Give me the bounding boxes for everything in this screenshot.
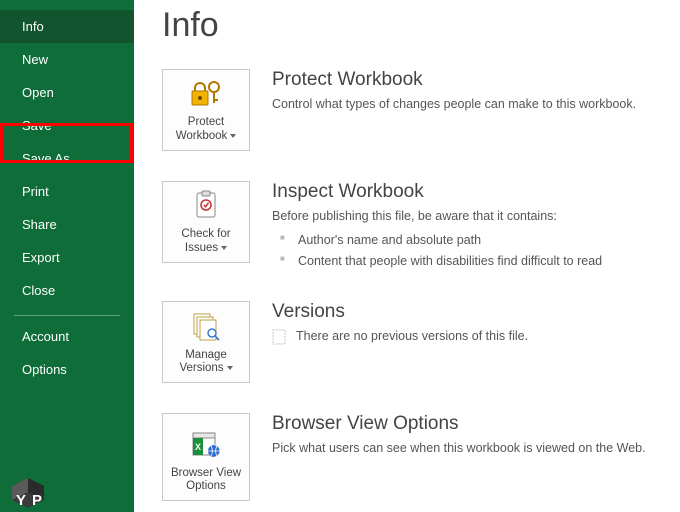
lock-key-icon: [189, 76, 223, 112]
list-item: Content that people with disabilities fi…: [272, 251, 656, 272]
watermark-logo: Y P: [2, 470, 58, 510]
sidebar-item-label: Save As: [22, 151, 70, 166]
section-inspect-workbook: Check for Issues Inspect Workbook Before…: [162, 181, 656, 271]
section-description: Before publishing this file, be aware th…: [272, 207, 656, 226]
section-title: Protect Workbook: [272, 69, 656, 91]
sidebar-item-label: New: [22, 52, 48, 67]
sidebar-item-label: Share: [22, 217, 57, 232]
button-label: Browser View Options: [167, 467, 245, 495]
sidebar-item-label: Close: [22, 283, 55, 298]
section-description: There are no previous versions of this f…: [296, 327, 528, 346]
sidebar-separator: [14, 315, 120, 316]
page-title: Info: [162, 6, 656, 45]
sidebar-item-label: Account: [22, 329, 69, 344]
section-versions: Manage Versions Versions There are no pr…: [162, 301, 656, 383]
info-page: Info Protect Workbook Protect Workbook C…: [134, 0, 680, 501]
sidebar-item-label: Options: [22, 362, 67, 377]
sidebar-item-label: Open: [22, 85, 54, 100]
sidebar-item-save-as[interactable]: Save As: [0, 142, 134, 175]
sidebar-item-print[interactable]: Print: [0, 175, 134, 208]
backstage-sidebar: Info New Open Save Save As Print Share E…: [0, 0, 134, 512]
issues-list: Author's name and absolute path Content …: [272, 230, 656, 272]
sidebar-item-info[interactable]: Info: [0, 10, 134, 43]
section-protect-workbook: Protect Workbook Protect Workbook Contro…: [162, 69, 656, 151]
spreadsheet-globe-icon: X: [190, 427, 222, 463]
sidebar-item-options[interactable]: Options: [0, 353, 134, 386]
document-check-icon: [191, 188, 221, 224]
document-stack-magnify-icon: [190, 309, 222, 345]
sidebar-item-label: Info: [22, 19, 44, 34]
button-label: Manage Versions: [167, 349, 245, 377]
section-description: Pick what users can see when this workbo…: [272, 439, 656, 458]
button-label: Check for Issues: [167, 228, 245, 256]
section-title: Inspect Workbook: [272, 181, 656, 203]
sidebar-item-close[interactable]: Close: [0, 274, 134, 307]
sidebar-item-save[interactable]: Save: [0, 109, 134, 142]
manage-versions-button[interactable]: Manage Versions: [162, 301, 250, 383]
sidebar-item-open[interactable]: Open: [0, 76, 134, 109]
section-title: Versions: [272, 301, 656, 323]
sidebar-item-label: Export: [22, 250, 60, 265]
section-title: Browser View Options: [272, 413, 656, 435]
document-dashed-icon: [272, 329, 286, 345]
svg-text:X: X: [195, 442, 201, 452]
svg-text:Y: Y: [16, 492, 26, 509]
sidebar-item-label: Print: [22, 184, 49, 199]
chevron-down-icon: [227, 366, 233, 370]
svg-text:P: P: [32, 492, 42, 509]
sidebar-item-account[interactable]: Account: [0, 320, 134, 353]
sidebar-item-export[interactable]: Export: [0, 241, 134, 274]
chevron-down-icon: [221, 246, 227, 250]
chevron-down-icon: [230, 134, 236, 138]
section-description: Control what types of changes people can…: [272, 95, 656, 114]
check-for-issues-button[interactable]: Check for Issues: [162, 181, 250, 263]
section-browser-view: X Browser View Options Browser View Opti…: [162, 413, 656, 501]
list-item: Author's name and absolute path: [272, 230, 656, 251]
browser-view-options-button[interactable]: X Browser View Options: [162, 413, 250, 501]
protect-workbook-button[interactable]: Protect Workbook: [162, 69, 250, 151]
sidebar-item-label: Save: [22, 118, 52, 133]
button-label: Protect Workbook: [167, 116, 245, 144]
sidebar-item-share[interactable]: Share: [0, 208, 134, 241]
sidebar-item-new[interactable]: New: [0, 43, 134, 76]
